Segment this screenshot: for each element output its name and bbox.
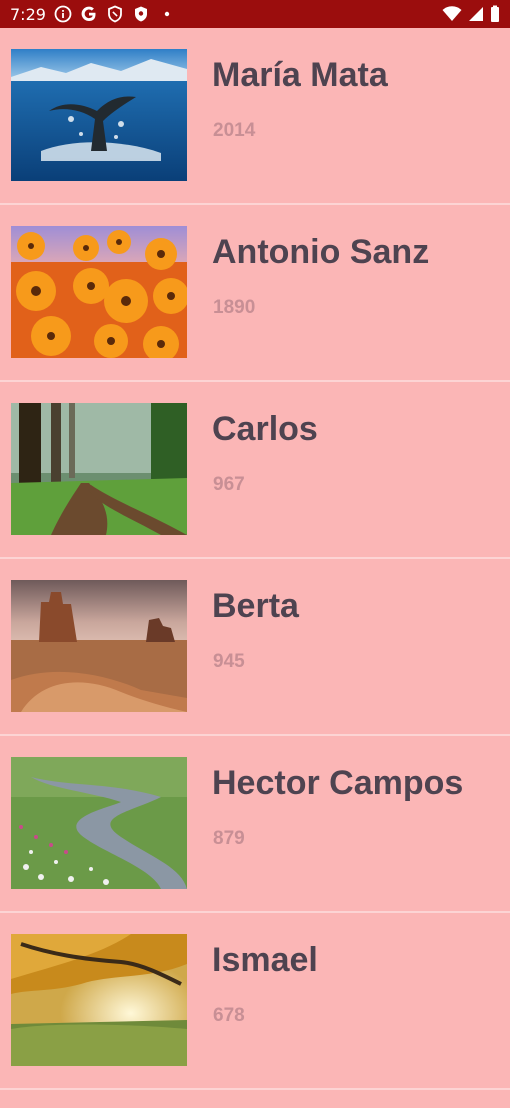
- item-image: [11, 226, 187, 358]
- item-year: 2014: [213, 120, 256, 141]
- item-name: María Mata: [212, 56, 388, 94]
- list-item[interactable]: Ismael 678: [0, 913, 510, 1090]
- forest-path-image: [11, 403, 187, 535]
- orange-flowers-image: [11, 226, 187, 358]
- item-name: Berta: [212, 587, 299, 625]
- desert-image: [11, 580, 187, 712]
- item-image: [11, 934, 187, 1066]
- status-bar: 7:29: [0, 0, 510, 28]
- item-image: [11, 757, 187, 889]
- list-item[interactable]: María Mata 2014: [0, 28, 510, 205]
- status-right: [442, 5, 500, 23]
- battery-icon: [491, 5, 499, 22]
- item-list: María Mata 2014 Antonio Sanz 1890 Carlos…: [0, 28, 510, 1090]
- wifi-icon: [442, 6, 462, 21]
- item-name: Ismael: [212, 941, 318, 979]
- item-image: [11, 49, 187, 181]
- list-item[interactable]: Carlos 967: [0, 382, 510, 559]
- item-year: 879: [213, 828, 245, 849]
- item-name: Carlos: [212, 410, 318, 448]
- item-image: [11, 403, 187, 535]
- stream-meadow-image: [11, 757, 187, 889]
- shield-icon: [106, 5, 124, 23]
- item-year: 1890: [213, 297, 256, 318]
- info-icon: [54, 5, 72, 23]
- list-item[interactable]: Antonio Sanz 1890: [0, 205, 510, 382]
- item-year: 967: [213, 474, 245, 495]
- item-name: Antonio Sanz: [212, 233, 430, 271]
- item-name: Hector Campos: [212, 764, 464, 802]
- signal-icon: [469, 7, 483, 21]
- google-icon: [80, 5, 98, 23]
- list-item[interactable]: Hector Campos 879: [0, 736, 510, 913]
- status-time: 7:29: [10, 4, 46, 24]
- dot-icon: [158, 5, 176, 23]
- item-image: [11, 580, 187, 712]
- autumn-tree-image: [11, 934, 187, 1066]
- item-year: 945: [213, 651, 245, 672]
- item-year: 678: [213, 1005, 245, 1026]
- shield-filled-icon: [132, 5, 150, 23]
- list-item[interactable]: Berta 945: [0, 559, 510, 736]
- whale-tail-image: [11, 49, 187, 181]
